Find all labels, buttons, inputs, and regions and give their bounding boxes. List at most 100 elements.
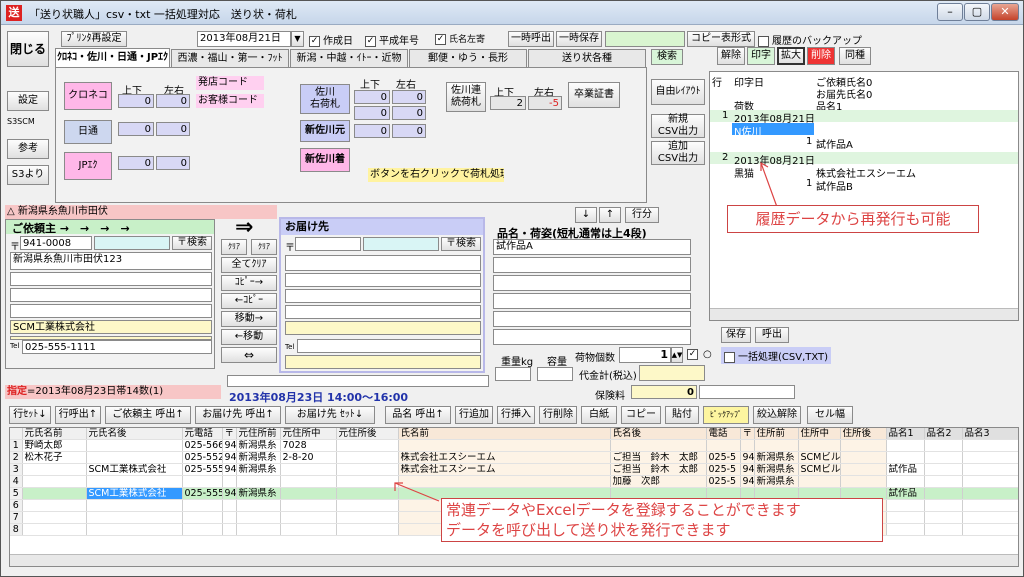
grid-column-header[interactable]: 元氏名前 bbox=[22, 428, 87, 440]
table-cell[interactable] bbox=[840, 475, 887, 488]
table-cell[interactable] bbox=[182, 499, 223, 512]
graduation-certificate-button[interactable]: 卒業証書 bbox=[568, 82, 620, 108]
table-cell[interactable]: SCM工業株式会社 bbox=[86, 463, 183, 476]
table-cell[interactable] bbox=[22, 463, 87, 476]
swap-button[interactable]: ⇔ bbox=[221, 347, 277, 363]
table-cell[interactable]: SCMビル bbox=[798, 451, 841, 464]
table-cell[interactable]: 025-555 bbox=[182, 463, 223, 476]
dest-note-field[interactable] bbox=[227, 375, 489, 387]
table-cell[interactable] bbox=[222, 475, 237, 488]
table-row[interactable]: 3SCM工業株式会社025-555941新潟県糸株式会社エスシーエムご担当 鈴木… bbox=[10, 463, 1018, 476]
table-cell[interactable] bbox=[740, 439, 755, 452]
grid-column-header[interactable]: 元住所中 bbox=[280, 428, 337, 440]
table-row[interactable]: 2松木花子025-552941新潟県糸2-8-20株式会社エスシーエムご担当 鈴… bbox=[10, 451, 1018, 464]
table-cell[interactable] bbox=[86, 511, 183, 524]
table-cell[interactable] bbox=[610, 439, 707, 452]
row-up-button[interactable]: ↑ bbox=[599, 207, 621, 223]
delete-row-button[interactable]: 行削除 bbox=[539, 406, 577, 424]
date-dropdown-icon[interactable]: ▼ bbox=[291, 31, 304, 47]
table-cell[interactable]: 941 bbox=[740, 451, 755, 464]
name-left-checkbox[interactable]: ✓ 氏名左寄 bbox=[435, 32, 485, 45]
weight-field[interactable] bbox=[495, 367, 531, 381]
grid-column-header[interactable]: 住所後 bbox=[840, 428, 887, 440]
save-button[interactable]: 保存 bbox=[721, 327, 751, 343]
table-cell[interactable]: 5 bbox=[10, 487, 23, 500]
table-cell[interactable] bbox=[236, 523, 281, 536]
table-cell[interactable]: 野崎太郎 bbox=[22, 439, 87, 452]
table-cell[interactable] bbox=[886, 439, 925, 452]
dest-address4-field[interactable] bbox=[285, 305, 481, 319]
close-window-button[interactable]: ✕ bbox=[991, 3, 1019, 21]
cell-width-button[interactable]: セル幅 bbox=[807, 406, 853, 424]
grid-column-header[interactable]: 元氏名後 bbox=[86, 428, 183, 440]
table-cell[interactable] bbox=[924, 439, 963, 452]
copy-left-button[interactable]: ←ｺﾋﾟｰ bbox=[221, 293, 277, 309]
table-cell[interactable]: ご担当 鈴木 太郎 bbox=[610, 451, 707, 464]
temp-save-button[interactable]: 一時保存 bbox=[556, 31, 602, 47]
date-field[interactable]: 2013年08月21日 bbox=[197, 31, 291, 47]
table-cell[interactable]: 6 bbox=[10, 499, 23, 512]
table-cell[interactable]: 1 bbox=[10, 439, 23, 452]
table-cell[interactable] bbox=[840, 439, 887, 452]
table-cell[interactable] bbox=[22, 511, 87, 524]
filter-clear-button[interactable]: 絞込解除 bbox=[753, 406, 801, 424]
sender-address2-field[interactable] bbox=[10, 272, 212, 286]
table-cell[interactable]: 松木花子 bbox=[22, 451, 87, 464]
sagawa-updown-field[interactable]: 0 bbox=[354, 90, 390, 104]
row-set-button[interactable]: 行ｾｯﾄ↓ bbox=[9, 406, 51, 424]
table-cell[interactable] bbox=[962, 451, 1018, 464]
tab-yubin[interactable]: 郵便・ゆう・長形 bbox=[409, 49, 527, 67]
batch-process-checkbox[interactable]: 一括処理(CSV,TXT) bbox=[721, 347, 832, 364]
heisei-checkbox[interactable]: ✓ 平成年号 bbox=[365, 32, 419, 47]
sender-address1-field[interactable]: 新潟県糸魚川市田伏123 bbox=[10, 252, 212, 270]
table-cell[interactable] bbox=[798, 439, 841, 452]
table-cell[interactable] bbox=[962, 499, 1018, 512]
table-cell[interactable] bbox=[962, 511, 1018, 524]
table-cell[interactable] bbox=[924, 511, 963, 524]
table-cell[interactable] bbox=[336, 475, 399, 488]
kuroneko-leftright-field[interactable]: 0 bbox=[156, 94, 190, 108]
table-cell[interactable]: 941 bbox=[222, 463, 237, 476]
table-cell[interactable]: 941 bbox=[222, 487, 237, 500]
grid-column-header[interactable]: 氏名後 bbox=[610, 428, 707, 440]
table-cell[interactable] bbox=[22, 475, 87, 488]
grid-column-header[interactable]: 元電話 bbox=[182, 428, 223, 440]
item1-field[interactable]: 試作品A bbox=[493, 239, 691, 255]
sender-call-button[interactable]: ご依頼主 呼出↑ bbox=[105, 406, 191, 424]
dest-tel-field[interactable] bbox=[297, 339, 481, 353]
append-csv-export-button[interactable]: 追加 CSV出力 bbox=[651, 141, 705, 165]
item-call-button[interactable]: 品名 呼出↑ bbox=[385, 406, 451, 424]
table-cell[interactable]: 7028 bbox=[280, 439, 337, 452]
dest-address2-field[interactable] bbox=[285, 273, 481, 287]
grid-column-header[interactable]: 〒 bbox=[222, 428, 237, 440]
new-sagawa-origin-button[interactable]: 新佐川元 bbox=[300, 120, 350, 142]
table-cell[interactable] bbox=[182, 523, 223, 536]
tab-niigata-chuetsu[interactable]: 新潟・中越・ｲﾄｰ・近物 bbox=[290, 49, 408, 67]
grid-column-header[interactable]: 元住所後 bbox=[336, 428, 399, 440]
table-cell[interactable]: 025-5 bbox=[706, 463, 741, 476]
print-button[interactable]: 印字 bbox=[747, 47, 775, 65]
copy-button[interactable]: コピー bbox=[621, 406, 661, 424]
dest-call-button[interactable]: お届け先 呼出↑ bbox=[195, 406, 281, 424]
dest-postal-field[interactable] bbox=[295, 237, 361, 251]
kuroneko-button[interactable]: クロネコ bbox=[64, 82, 112, 110]
maximize-button[interactable]: ▢ bbox=[964, 3, 990, 21]
cod-field[interactable] bbox=[639, 365, 705, 381]
dest-company-field[interactable] bbox=[285, 321, 481, 335]
table-cell[interactable]: 025-552 bbox=[182, 451, 223, 464]
nittsu-button[interactable]: 日通 bbox=[64, 120, 112, 144]
table-cell[interactable]: 941 bbox=[740, 463, 755, 476]
sagawa-cont-updown-field[interactable]: 2 bbox=[490, 96, 526, 110]
table-cell[interactable] bbox=[236, 511, 281, 524]
pickup-button[interactable]: ﾋﾟｯｸｱｯﾌﾟ bbox=[703, 406, 749, 424]
row-call-button[interactable]: 行呼出↑ bbox=[55, 406, 101, 424]
table-cell[interactable]: 株式会社エスシーエム bbox=[398, 451, 611, 464]
table-cell[interactable]: 新潟県糸 bbox=[236, 451, 281, 464]
dest-postal-search-button[interactable]: 〒検索 bbox=[441, 237, 481, 251]
sender-address4-field[interactable] bbox=[10, 304, 212, 318]
table-cell[interactable]: 025-5 bbox=[706, 475, 741, 488]
temp-call-button[interactable]: 一時呼出 bbox=[508, 31, 554, 47]
circle-radio-icon[interactable]: ○ bbox=[703, 349, 712, 360]
table-cell[interactable] bbox=[962, 487, 1018, 500]
reference-button[interactable]: 参考 bbox=[7, 139, 49, 159]
